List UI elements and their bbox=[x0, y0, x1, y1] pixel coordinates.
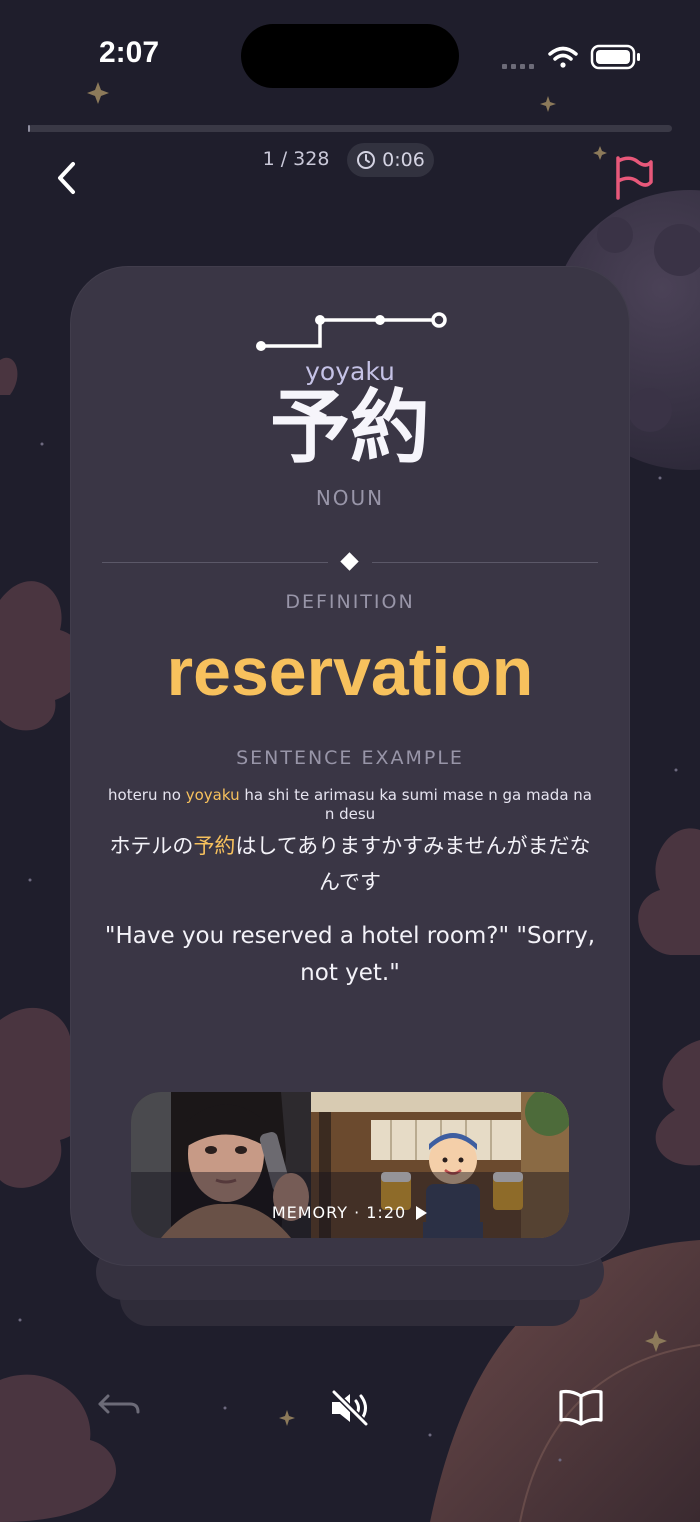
status-icons bbox=[502, 44, 640, 70]
report-flag-button[interactable] bbox=[608, 152, 658, 204]
progress-fill bbox=[28, 125, 30, 132]
memory-video-thumbnail[interactable]: MEMORY · 1:20 bbox=[131, 1092, 569, 1238]
divider-left bbox=[102, 562, 328, 563]
undo-arrow-icon bbox=[98, 1394, 140, 1414]
memory-caption: MEMORY · 1:20 bbox=[131, 1203, 569, 1222]
dynamic-island bbox=[241, 24, 459, 88]
chevron-left-icon bbox=[58, 162, 75, 194]
back-button[interactable] bbox=[46, 156, 88, 200]
progress-bar bbox=[28, 125, 672, 132]
card-counter: 1 / 328 bbox=[262, 148, 330, 170]
flag-icon bbox=[616, 156, 653, 200]
status-time: 2:07 bbox=[98, 36, 160, 69]
memory-label-text: MEMORY · 1:20 bbox=[271, 1203, 407, 1222]
japanese-after: はしてありますかすみませんがまだなんです bbox=[235, 834, 591, 894]
divider-right bbox=[372, 562, 598, 563]
word-kanji: 予約 bbox=[270, 381, 430, 474]
pitch-accent-graph bbox=[256, 312, 447, 351]
sentence-example-label: SENTENCE EXAMPLE bbox=[236, 747, 464, 769]
example-romaji: hoteru no yoyaku ha shi te arimasu ka su… bbox=[104, 786, 596, 824]
clock-icon bbox=[357, 151, 376, 169]
timer-badge: 0:06 bbox=[347, 143, 434, 177]
dictionary-button[interactable] bbox=[557, 1386, 605, 1428]
wifi-icon bbox=[548, 46, 578, 68]
speaker-muted-icon bbox=[331, 1389, 369, 1427]
battery-icon bbox=[590, 44, 640, 70]
romaji-after: ha shi te arimasu ka sumi mase n ga mada… bbox=[239, 786, 592, 823]
japanese-before: ホテルの bbox=[109, 834, 194, 858]
romaji-before: hoteru no bbox=[108, 786, 186, 804]
timer-text: 0:06 bbox=[382, 149, 425, 171]
example-english: "Have you reserved a hotel room?" "Sorry… bbox=[104, 923, 596, 986]
definition-label: DEFINITION bbox=[285, 591, 415, 613]
example-japanese: ホテルの予約はしてありますかすみませんがまだなんです bbox=[104, 828, 596, 900]
japanese-highlight: 予約 bbox=[193, 834, 236, 858]
romaji-highlight: yoyaku bbox=[185, 786, 240, 804]
mute-audio-button[interactable] bbox=[328, 1388, 372, 1428]
cellular-signal-icon bbox=[502, 64, 534, 69]
part-of-speech: NOUN bbox=[315, 486, 385, 510]
undo-button[interactable] bbox=[96, 1388, 142, 1424]
play-icon bbox=[416, 1205, 428, 1220]
definition-text: reservation bbox=[166, 634, 534, 710]
open-book-icon bbox=[559, 1389, 603, 1426]
